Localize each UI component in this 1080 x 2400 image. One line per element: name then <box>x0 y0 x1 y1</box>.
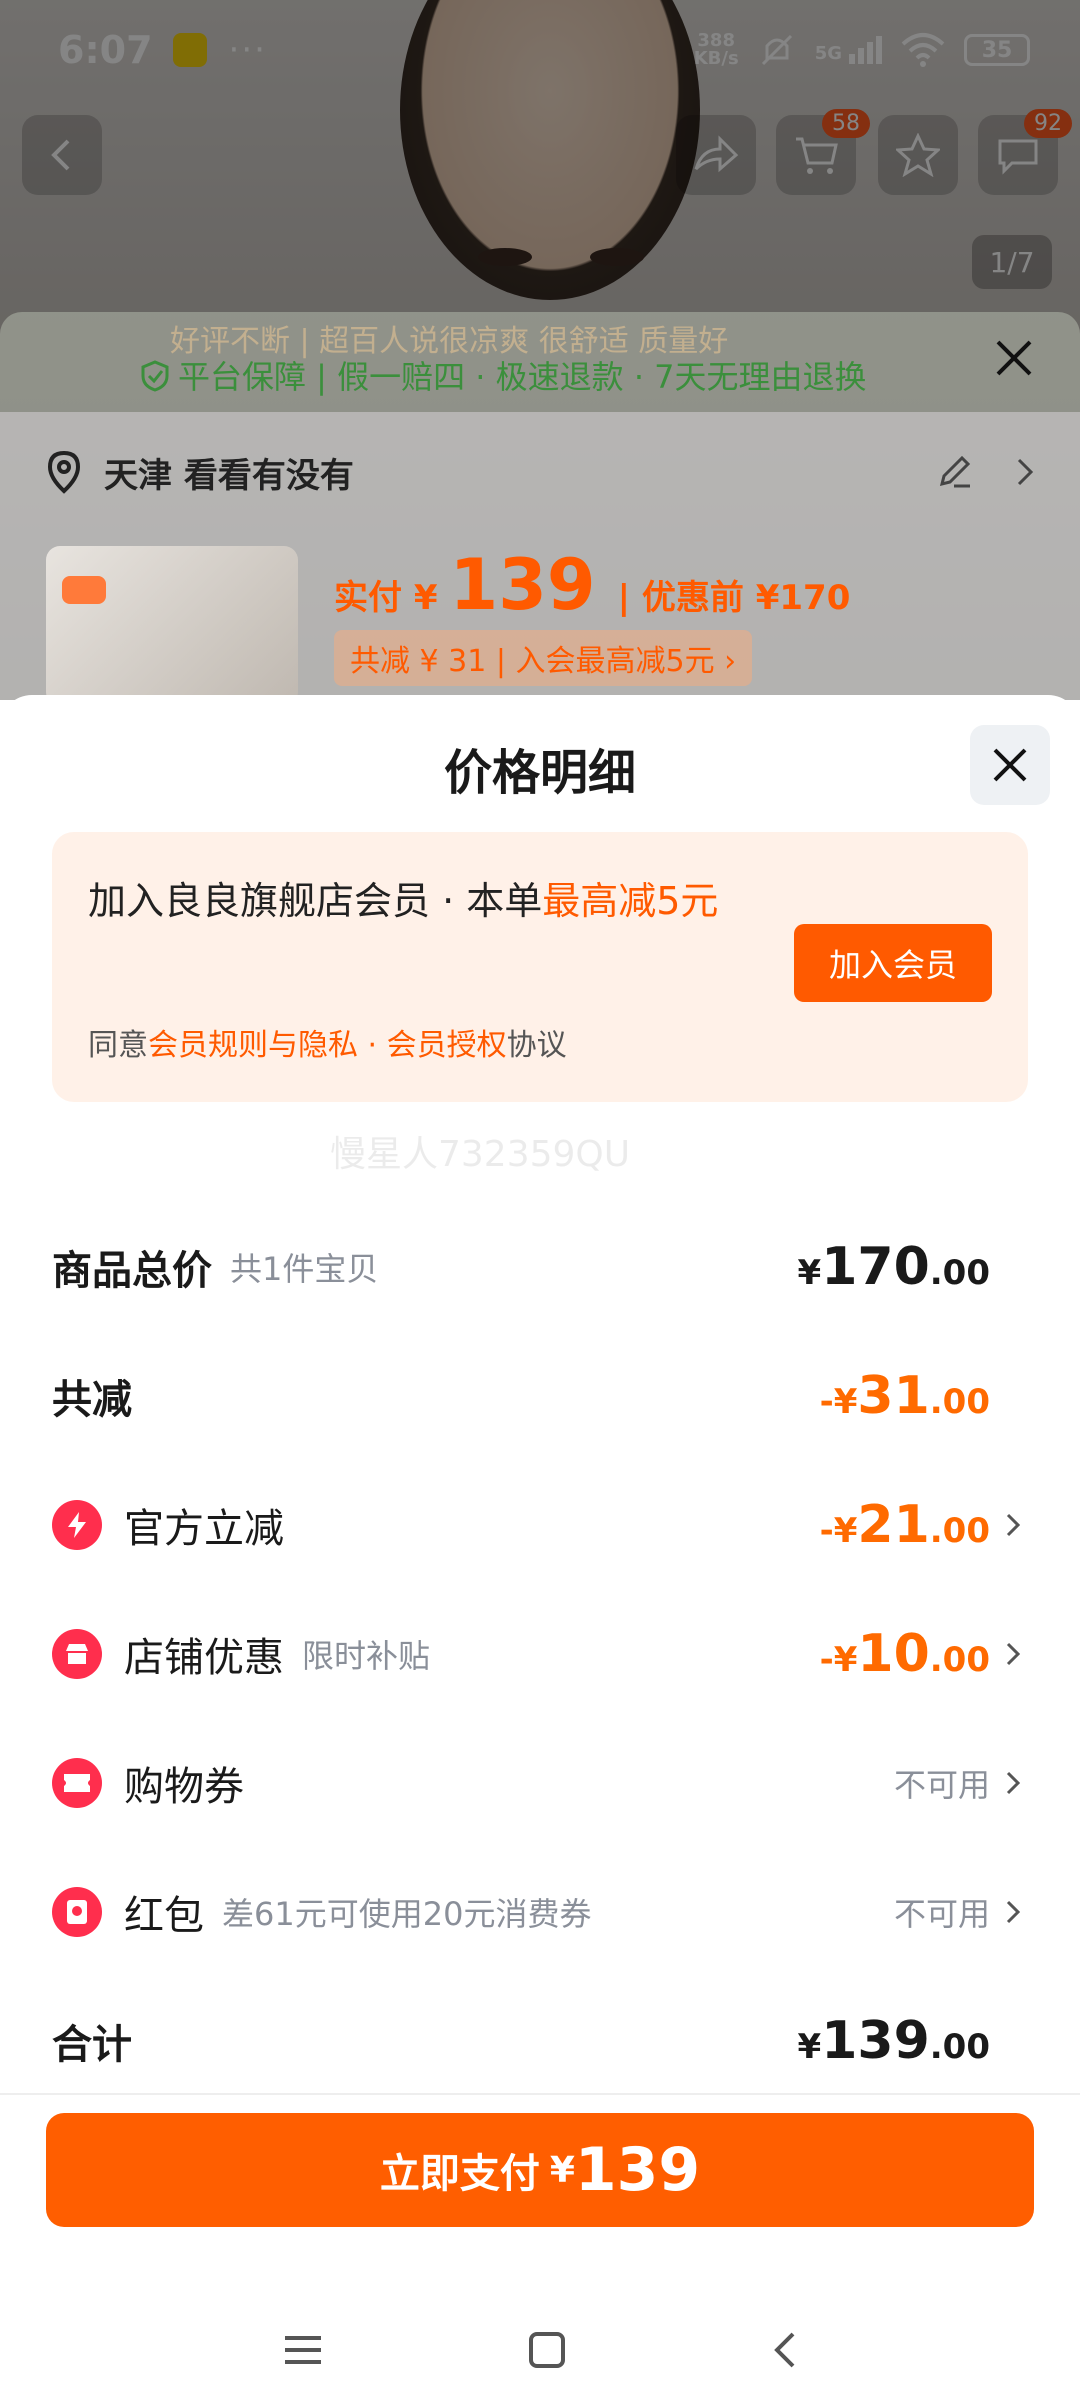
store-icon <box>52 1629 102 1679</box>
assurance-text: 平台保障 | 假一赔四 · 极速退款 · 7天无理由退换 <box>140 352 867 398</box>
ticket-icon <box>52 1758 102 1808</box>
member-promo-card: 加入良良旗舰店会员 · 本单最高减5元 同意会员规则与隐私 · 会员授权协议 加… <box>52 832 1028 1102</box>
home-icon[interactable] <box>525 2328 569 2372</box>
agreement-separator: · <box>358 1028 387 1063</box>
amount-integer: 170 <box>821 1237 930 1297</box>
shield-check-icon <box>141 360 169 392</box>
price-value: 139 <box>449 544 596 626</box>
member-rules-link[interactable]: 会员规则与隐私 <box>148 1028 358 1063</box>
currency-symbol: ¥ <box>549 2149 575 2191</box>
chevron-right-icon <box>998 1511 1028 1539</box>
row-label: 共减 <box>52 1377 132 1423</box>
currency-symbol: ¥ <box>797 1253 822 1293</box>
member-promo-text: 加入良良旗舰店会员 · 本单最高减5元 <box>88 868 768 934</box>
row-store-discount[interactable]: 店铺优惠 限时补贴 -¥ 10.00 <box>52 1609 1028 1699</box>
row-red-packet[interactable]: 红包 差61元可使用20元消费券 不可用 <box>52 1867 1028 1957</box>
currency-symbol: -¥ <box>819 1640 858 1680</box>
watermark: 慢星人732359QU <box>330 1134 631 1175</box>
product-summary: 实付 ¥ 139 | 优惠前 ¥170 共减 ¥ 31 | 入会最高减5元 › <box>0 532 1080 706</box>
price-detail-sheet: 价格明细 加入良良旗舰店会员 · 本单最高减5元 同意会员规则与隐私 · 会员授… <box>0 695 1080 2400</box>
agreement-prefix: 同意 <box>88 1028 148 1063</box>
currency-symbol: -¥ <box>819 1382 858 1422</box>
row-label: 红包 <box>124 1893 204 1939</box>
currency-symbol: ¥ <box>797 2027 822 2067</box>
total-reduction-amount: -¥ 31.00 <box>820 1366 990 1426</box>
amount-decimal: .00 <box>929 1511 990 1551</box>
assurance-banner: 好评不断 | 超百人说很凉爽 很舒适 质量好 平台保障 | 假一赔四 · 极速退… <box>0 312 1080 412</box>
lightning-icon <box>52 1500 102 1550</box>
edit-icon <box>939 455 971 488</box>
join-member-button[interactable]: 加入会员 <box>794 924 992 1002</box>
menu-icon[interactable] <box>281 2330 325 2370</box>
row-label: 官方立减 <box>124 1506 284 1552</box>
member-agreement: 同意会员规则与隐私 · 会员授权协议 <box>88 1020 567 1064</box>
chevron-right-icon <box>998 1769 1028 1797</box>
back-icon[interactable] <box>769 2328 799 2372</box>
member-auth-link[interactable]: 会员授权 <box>387 1028 507 1063</box>
row-item-total: 商品总价 共1件宝贝 ¥170.00 <box>52 1222 1028 1312</box>
pay-amount: 139 <box>574 2135 701 2205</box>
amount-integer: 10 <box>857 1624 930 1684</box>
row-sublabel: 差61元可使用20元消费券 <box>222 1895 592 1933</box>
amount-decimal: .00 <box>929 1382 990 1422</box>
store-discount-amount: -¥ 10.00 <box>820 1624 990 1684</box>
close-icon <box>996 340 1032 376</box>
item-total-amount: ¥170.00 <box>798 1237 990 1297</box>
official-discount-amount: -¥ 21.00 <box>820 1495 990 1555</box>
system-nav-bar <box>0 2300 1080 2400</box>
divider <box>0 2093 1080 2095</box>
sheet-title: 价格明细 <box>443 745 636 801</box>
price-label: 实付 ¥ <box>334 578 438 618</box>
row-label: 商品总价 <box>52 1248 212 1294</box>
voucher-status: 不可用 <box>893 1766 990 1804</box>
chevron-right-icon <box>998 1898 1028 1926</box>
row-sublabel: 限时补贴 <box>302 1637 431 1675</box>
row-shopping-voucher[interactable]: 购物券 不可用 <box>52 1738 1028 1828</box>
row-label: 购物券 <box>124 1764 244 1810</box>
member-promo-prefix: 加入良良旗舰店会员 · 本单 <box>88 879 543 923</box>
chevron-right-icon <box>1017 458 1034 486</box>
agreement-suffix: 协议 <box>506 1028 567 1063</box>
row-grand-total: 合计 ¥139.00 <box>52 1996 1028 2086</box>
brand-logo <box>62 576 106 604</box>
row-label: 合计 <box>52 2022 132 2068</box>
close-icon <box>993 748 1027 782</box>
pay-label: 立即支付 <box>379 2151 540 2197</box>
chevron-right-icon <box>998 1640 1028 1668</box>
price-before-discount: | 优惠前 ¥170 <box>617 578 851 618</box>
red-packet-status: 不可用 <box>893 1895 990 1933</box>
red-packet-icon <box>52 1887 102 1937</box>
amount-decimal: .00 <box>929 1640 990 1680</box>
row-label: 店铺优惠 <box>124 1635 284 1681</box>
member-promo-highlight: 最高减5元 <box>542 879 719 923</box>
assurance-label: 平台保障 | 假一赔四 · 极速退款 · 7天无理由退换 <box>178 358 867 396</box>
amount-integer: 139 <box>821 2011 930 2071</box>
row-official-discount[interactable]: 官方立减 -¥ 21.00 <box>52 1480 1028 1570</box>
product-thumbnail <box>46 546 298 706</box>
coupon-summary[interactable]: 共减 ¥ 31 | 入会最高减5元 › <box>334 630 753 686</box>
grand-total-amount: ¥139.00 <box>798 2011 990 2071</box>
row-total-reduction: 共减 -¥ 31.00 <box>52 1351 1028 1441</box>
location-pin-icon <box>47 450 81 494</box>
amount-decimal: .00 <box>929 1253 990 1293</box>
product-price: 实付 ¥ 139 | 优惠前 ¥170 <box>334 544 850 626</box>
amount-integer: 21 <box>857 1495 930 1555</box>
amount-integer: 31 <box>857 1366 930 1426</box>
amount-decimal: .00 <box>929 2027 990 2067</box>
sheet-close-button[interactable] <box>970 725 1050 805</box>
currency-symbol: -¥ <box>819 1511 858 1551</box>
location-text: 天津 看看有没有 <box>104 455 354 496</box>
pay-now-button[interactable]: 立即支付 ¥ 139 <box>46 2113 1034 2227</box>
row-sublabel: 共1件宝贝 <box>230 1250 379 1288</box>
assurance-close-button[interactable] <box>992 336 1036 384</box>
delivery-location-row[interactable]: 天津 看看有没有 <box>0 412 1080 532</box>
